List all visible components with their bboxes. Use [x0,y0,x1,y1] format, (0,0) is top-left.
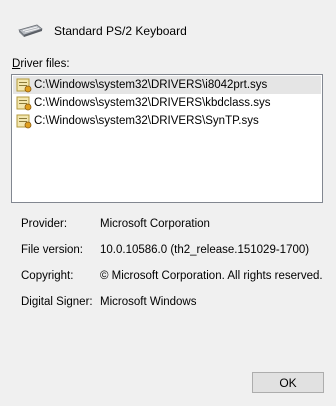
driver-files-label: Driver files: [12,58,70,70]
list-item-i8042prt[interactable]: C:\Windows\system32\DRIVERS\i8042prt.sys [13,76,321,94]
list-item-syntp[interactable]: C:\Windows\system32\DRIVERS\SynTP.sys [12,112,322,130]
provider-value: Microsoft Corporation [100,218,210,230]
file-path: C:\Windows\system32\DRIVERS\i8042prt.sys [34,79,268,91]
file-version-value: 10.0.10586.0 (th2_release.151029-1700) [100,244,310,256]
digital-signer-value: Microsoft Windows [100,296,197,308]
driver-files-list[interactable]: C:\Windows\system32\DRIVERS\i8042prt.sys… [11,74,323,203]
file-version-label: File version: [21,244,83,256]
driver-file-icon [16,78,32,93]
provider-label: Provider: [21,218,68,230]
digital-signer-label: Digital Signer: [21,296,93,308]
driver-file-icon [16,96,32,111]
file-path: C:\Windows\system32\DRIVERS\kbdclass.sys [34,97,271,109]
device-name: Standard PS/2 Keyboard [54,24,187,38]
copyright-value: © Microsoft Corporation. All rights rese… [100,270,323,282]
driver-files-label-text: river files: [20,58,70,70]
dialog-header: Standard PS/2 Keyboard [17,20,187,42]
file-path: C:\Windows\system32\DRIVERS\SynTP.sys [34,115,259,127]
driver-file-icon [16,114,32,129]
copyright-label: Copyright: [21,270,74,282]
keyboard-icon [18,24,43,37]
list-item-kbdclass[interactable]: C:\Windows\system32\DRIVERS\kbdclass.sys [12,94,322,112]
ok-button[interactable]: OK [252,372,324,393]
